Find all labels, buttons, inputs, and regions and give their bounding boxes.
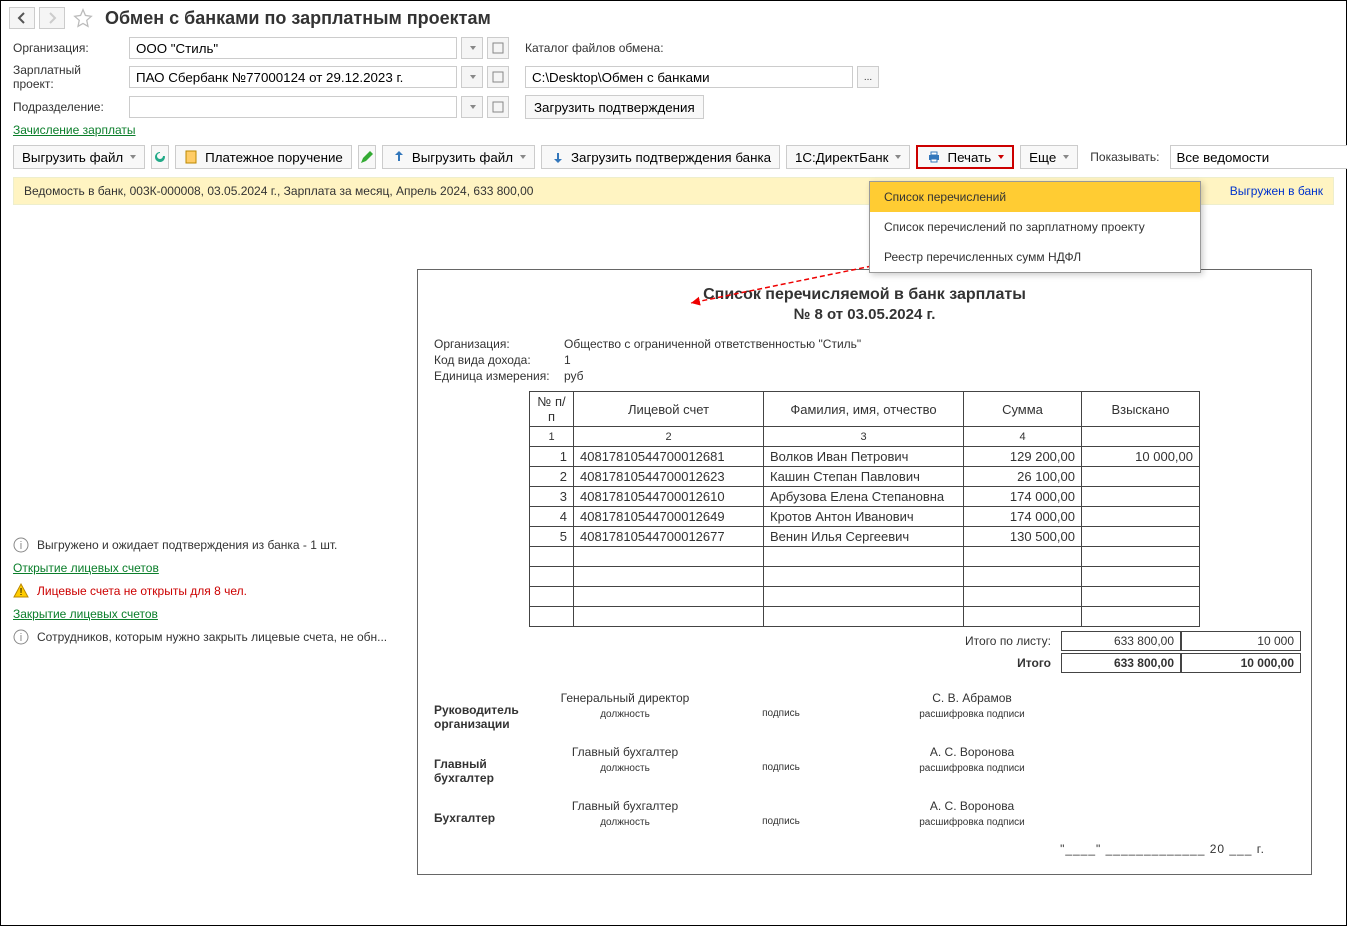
svg-text:i: i <box>20 540 22 552</box>
warning-icon: ! <box>13 583 29 599</box>
total-sheet-sum: 633 800,00 <box>1061 631 1181 651</box>
info-icon: i <box>13 537 29 553</box>
info-waiting-text: Выгружено и ожидает подтверждения из бан… <box>37 538 337 552</box>
table-row: 140817810544700012681Волков Иван Петрови… <box>530 447 1200 467</box>
refresh-icon <box>152 149 168 165</box>
direct-bank-button[interactable]: 1С:ДиректБанк <box>786 145 910 169</box>
total-sheet-vz: 10 000 <box>1181 631 1301 651</box>
dept-dropdown-button[interactable] <box>461 96 483 118</box>
org-label: Организация: <box>13 41 125 55</box>
meta-org-value: Общество с ограниченной ответственностью… <box>564 337 861 351</box>
chevron-down-icon <box>520 155 526 159</box>
export-icon <box>391 149 407 165</box>
col-fio-header: Фамилия, имя, отчество <box>764 392 964 427</box>
upload-file-button[interactable]: Выгрузить файл <box>13 145 145 169</box>
sign-bk-role: Бухгалтер <box>434 799 534 825</box>
meta-org-label: Организация: <box>434 337 564 351</box>
project-dropdown-button[interactable] <box>461 66 483 88</box>
open-icon <box>492 101 504 113</box>
load-confirmations-button[interactable]: Загрузить подтверждения <box>525 95 704 119</box>
org-dropdown-button[interactable] <box>461 37 483 59</box>
open-icon <box>492 42 504 54</box>
print-button[interactable]: Печать <box>916 145 1014 169</box>
total-sheet-label: Итого по листу: <box>631 634 1061 648</box>
menu-item-reestr-ndfl[interactable]: Реестр перечисленных сумм НДФЛ <box>870 242 1200 272</box>
table-row: 240817810544700012623Кашин Степан Павлов… <box>530 467 1200 487</box>
info-icon: i <box>13 629 29 645</box>
upload-file-button-2[interactable]: Выгрузить файл <box>382 145 535 169</box>
document-icon <box>184 149 200 165</box>
sign-head-role: Руководитель организации <box>434 691 534 731</box>
table-row: 440817810544700012649Кротов Антон Иванов… <box>530 507 1200 527</box>
pencil-icon <box>359 149 375 165</box>
printer-icon <box>926 149 942 165</box>
catalog-browse-button[interactable]: ... <box>857 66 879 88</box>
info-close-hint-text: Сотрудников, которым нужно закрыть лицев… <box>37 630 387 644</box>
meta-code-value: 1 <box>564 353 571 367</box>
show-label: Показывать: <box>1090 150 1159 164</box>
show-select[interactable] <box>1170 145 1347 169</box>
svg-text:i: i <box>20 632 22 644</box>
col-acc-header: Лицевой счет <box>574 392 764 427</box>
col-sum-header: Сумма <box>964 392 1082 427</box>
dept-open-button[interactable] <box>487 96 509 118</box>
svg-text:!: ! <box>20 587 23 598</box>
more-button[interactable]: Еще <box>1020 145 1078 169</box>
org-open-button[interactable] <box>487 37 509 59</box>
chevron-down-icon <box>998 155 1004 159</box>
chevron-down-icon <box>470 75 476 79</box>
dept-input[interactable] <box>129 96 457 118</box>
menu-item-spisok-perechisleniy[interactable]: Список перечислений <box>870 182 1200 212</box>
info-not-open-text: Лицевые счета не открыты для 8 чел. <box>37 584 247 598</box>
menu-item-spisok-po-proektu[interactable]: Список перечислений по зарплатному проек… <box>870 212 1200 242</box>
project-label: Зарплатный проект: <box>13 63 125 91</box>
col-n-header: № п/п <box>530 392 574 427</box>
report-document: Список перечисляемой в банк зарплаты № 8… <box>417 269 1312 875</box>
catalog-input[interactable] <box>525 66 853 88</box>
table-row: 340817810544700012610Арбузова Елена Степ… <box>530 487 1200 507</box>
nav-back-button[interactable] <box>9 7 35 29</box>
dept-label: Подразделение: <box>13 100 125 114</box>
table-row: 540817810544700012677Венин Илья Сергееви… <box>530 527 1200 547</box>
zachislenie-link[interactable]: Зачисление зарплаты <box>13 123 136 137</box>
vedomost-status: Выгружен в банк <box>1230 184 1323 198</box>
chevron-down-icon <box>1063 155 1069 159</box>
org-input[interactable] <box>129 37 457 59</box>
meta-unit-value: руб <box>564 369 584 383</box>
favorite-star-icon[interactable] <box>73 8 93 28</box>
report-table: № п/п Лицевой счет Фамилия, имя, отчеств… <box>529 391 1200 627</box>
project-open-button[interactable] <box>487 66 509 88</box>
chevron-down-icon <box>470 105 476 109</box>
total-grand-vz: 10 000,00 <box>1181 653 1301 673</box>
catalog-label: Каталог файлов обмена: <box>525 41 664 55</box>
close-accounts-link[interactable]: Закрытие лицевых счетов <box>13 607 158 621</box>
chevron-down-icon <box>895 155 901 159</box>
arrow-right-icon <box>44 10 60 26</box>
arrow-left-icon <box>14 10 30 26</box>
chevron-down-icon <box>470 46 476 50</box>
page-title: Обмен с банками по зарплатным проектам <box>105 8 491 29</box>
chevron-down-icon <box>130 155 136 159</box>
payment-order-button[interactable]: Платежное поручение <box>175 145 352 169</box>
refresh-button[interactable] <box>151 145 169 169</box>
meta-code-label: Код вида дохода: <box>434 353 564 367</box>
meta-unit-label: Единица измерения: <box>434 369 564 383</box>
nav-forward-button[interactable] <box>39 7 65 29</box>
total-grand-sum: 633 800,00 <box>1061 653 1181 673</box>
import-icon <box>550 149 566 165</box>
vedomost-text: Ведомость в банк, 003К-000008, 03.05.202… <box>24 184 533 198</box>
edit-button[interactable] <box>358 145 376 169</box>
col-vz-header: Взыскано <box>1082 392 1200 427</box>
open-accounts-link[interactable]: Открытие лицевых счетов <box>13 561 159 575</box>
print-dropdown-menu: Список перечислений Список перечислений … <box>869 181 1201 273</box>
sign-date-template: "____" _____________ 20 ___ г. <box>434 842 1265 856</box>
total-grand-label: Итого <box>631 656 1061 670</box>
project-input[interactable] <box>129 66 457 88</box>
open-icon <box>492 71 504 83</box>
load-bank-confirmations-button[interactable]: Загрузить подтверждения банка <box>541 145 780 169</box>
sign-acc-role: Главный бухгалтер <box>434 745 534 785</box>
